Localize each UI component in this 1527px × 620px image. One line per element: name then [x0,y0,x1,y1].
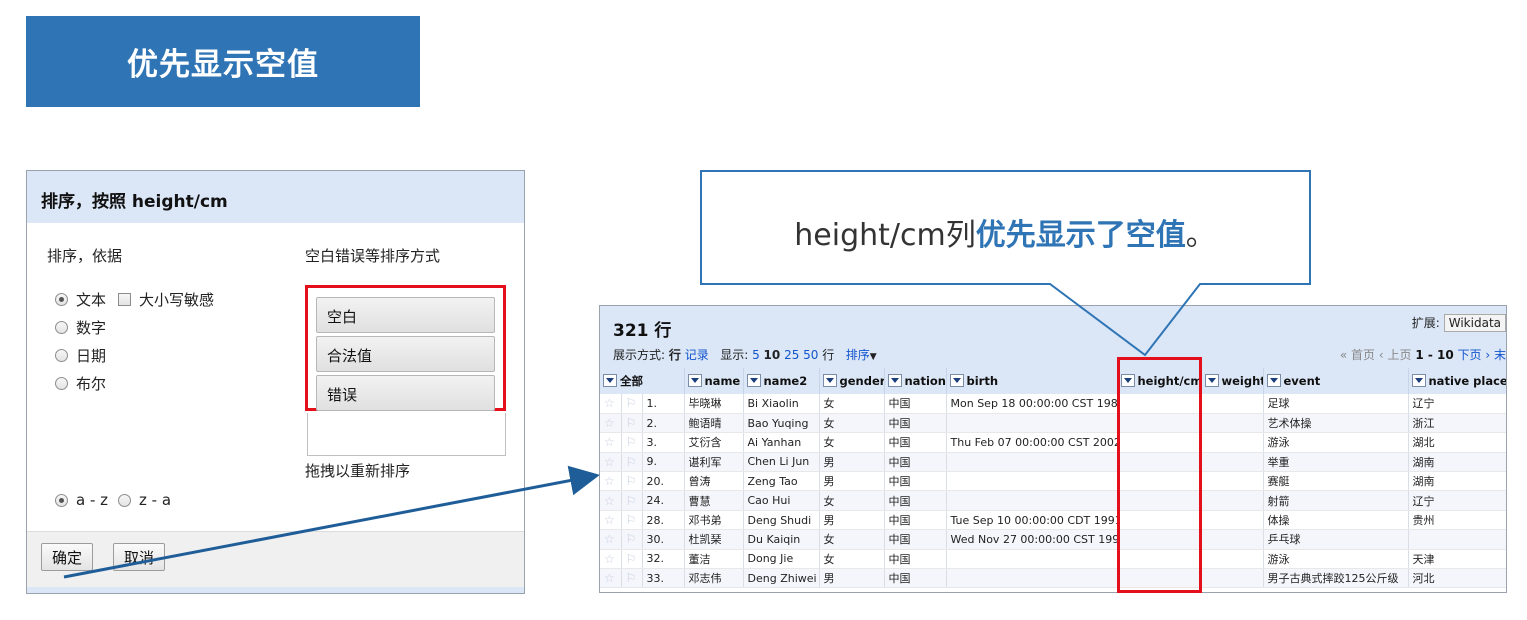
arrow-icon [63,465,600,579]
annotation-overlay [63,170,1311,579]
callout-border [700,170,1311,357]
